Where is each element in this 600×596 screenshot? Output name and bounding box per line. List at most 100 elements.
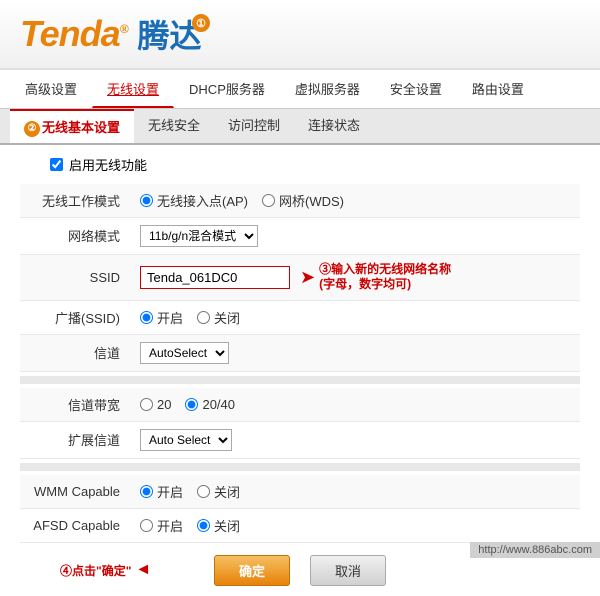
subnav-access-control[interactable]: 访问控制 bbox=[214, 109, 294, 143]
value-channel: AutoSelect 1 2 3 6 11 bbox=[130, 334, 580, 371]
row-wireless-mode: 无线工作模式 无线接入点(AP) 网桥(WDS) bbox=[20, 184, 580, 218]
radio-ap[interactable]: 无线接入点(AP) bbox=[140, 191, 248, 210]
ssid-annotation: ➤ ③输入新的无线网络名称(字母，数字均可) bbox=[300, 262, 451, 293]
form-table-main: 无线工作模式 无线接入点(AP) 网桥(WDS) 网络模式 11b/g/n混合模… bbox=[20, 184, 580, 372]
subnav-connection-status[interactable]: 连接状态 bbox=[294, 109, 374, 143]
radio-bandwidth: 20 20/40 bbox=[140, 397, 570, 412]
nav-dhcp[interactable]: DHCP服务器 bbox=[174, 70, 280, 108]
label-wmm: WMM Capable bbox=[20, 475, 130, 509]
value-ssid: ➤ ③输入新的无线网络名称(字母，数字均可) bbox=[130, 255, 580, 300]
radio-afsd: 开启 关闭 bbox=[140, 516, 570, 535]
radio-wds-input[interactable] bbox=[262, 194, 275, 207]
label-network-mode: 网络模式 bbox=[20, 217, 130, 254]
radio-afsd-off[interactable]: 关闭 bbox=[197, 516, 240, 535]
header: Tenda® 腾达 ① bbox=[0, 0, 600, 70]
enable-wireless-label: 启用无线功能 bbox=[69, 155, 147, 174]
radio-broadcast-on[interactable]: 开启 bbox=[140, 308, 183, 327]
value-network-mode: 11b/g/n混合模式 11b 11g 11n bbox=[130, 217, 580, 254]
sub-nav: ②无线基本设置 无线安全 访问控制 连接状态 bbox=[0, 109, 600, 145]
logo-tenda: Tenda® bbox=[20, 13, 128, 55]
label-ext-channel: 扩展信道 bbox=[20, 421, 130, 458]
radio-wmm-off-label: 关闭 bbox=[214, 482, 240, 501]
radio-wmm: 开启 关闭 bbox=[140, 482, 570, 501]
radio-broadcast-off-input[interactable] bbox=[197, 311, 210, 324]
row-ext-channel: 扩展信道 Auto Select bbox=[20, 421, 580, 458]
content-area: 启用无线功能 无线工作模式 无线接入点(AP) 网桥(WDS) 网络模式 11b… bbox=[0, 145, 600, 596]
row-ssid: SSID ➤ ③输入新的无线网络名称(字母，数字均可) bbox=[20, 254, 580, 300]
form-table-wmm: WMM Capable 开启 关闭 AFSD Capable 开启 关闭 bbox=[20, 475, 580, 543]
radio-wmm-off[interactable]: 关闭 bbox=[197, 482, 240, 501]
channel-select[interactable]: AutoSelect 1 2 3 6 11 bbox=[140, 342, 229, 364]
logo-reg: ® bbox=[120, 22, 128, 36]
radio-afsd-off-input[interactable] bbox=[197, 519, 210, 532]
value-afsd: 开启 关闭 bbox=[130, 508, 580, 542]
nav-security[interactable]: 安全设置 bbox=[375, 70, 457, 108]
ssid-annotation-text: ③输入新的无线网络名称(字母，数字均可) bbox=[319, 262, 451, 293]
form-table-bandwidth: 信道带宽 20 20/40 扩展信道 Auto Select bbox=[20, 388, 580, 459]
cancel-button[interactable]: 取消 bbox=[310, 555, 386, 586]
section-divider-2 bbox=[20, 463, 580, 471]
radio-afsd-on-label: 开启 bbox=[157, 516, 183, 535]
radio-bandwidth-20[interactable]: 20 bbox=[140, 397, 171, 412]
nav-routing[interactable]: 路由设置 bbox=[457, 70, 539, 108]
radio-broadcast-on-label: 开启 bbox=[157, 308, 183, 327]
radio-bw-20-label: 20 bbox=[157, 397, 171, 412]
radio-wds-label: 网桥(WDS) bbox=[279, 191, 344, 210]
bottom-annotation-text: ④点击"确定" bbox=[60, 562, 131, 579]
radio-wmm-on[interactable]: 开启 bbox=[140, 482, 183, 501]
radio-bandwidth-2040[interactable]: 20/40 bbox=[185, 397, 235, 412]
radio-broadcast-off-label: 关闭 bbox=[214, 308, 240, 327]
radio-afsd-on-input[interactable] bbox=[140, 519, 153, 532]
radio-wmm-off-input[interactable] bbox=[197, 485, 210, 498]
radio-bw-20-input[interactable] bbox=[140, 398, 153, 411]
radio-bw-2040-input[interactable] bbox=[185, 398, 198, 411]
row-afsd: AFSD Capable 开启 关闭 bbox=[20, 508, 580, 542]
label-ssid: SSID bbox=[20, 254, 130, 300]
label-channel: 信道 bbox=[20, 334, 130, 371]
radio-afsd-off-label: 关闭 bbox=[214, 516, 240, 535]
bottom-arrow-icon: ◄ bbox=[135, 561, 151, 579]
row-bandwidth: 信道带宽 20 20/40 bbox=[20, 388, 580, 422]
subnav-security[interactable]: 无线安全 bbox=[134, 109, 214, 143]
radio-ap-input[interactable] bbox=[140, 194, 153, 207]
ssid-arrow-icon: ➤ bbox=[300, 267, 315, 288]
value-wmm: 开启 关闭 bbox=[130, 475, 580, 509]
label-broadcast: 广播(SSID) bbox=[20, 300, 130, 334]
value-wireless-mode: 无线接入点(AP) 网桥(WDS) bbox=[130, 184, 580, 218]
radio-wds[interactable]: 网桥(WDS) bbox=[262, 191, 344, 210]
radio-wireless-mode: 无线接入点(AP) 网桥(WDS) bbox=[140, 191, 570, 210]
radio-ap-label: 无线接入点(AP) bbox=[157, 191, 248, 210]
subnav-basic-label: 无线基本设置 bbox=[42, 120, 120, 135]
footer-url: http://www.886abc.com bbox=[478, 544, 592, 556]
value-broadcast: 开启 关闭 bbox=[130, 300, 580, 334]
network-mode-select[interactable]: 11b/g/n混合模式 11b 11g 11n bbox=[140, 225, 258, 247]
label-wireless-mode: 无线工作模式 bbox=[20, 184, 130, 218]
button-row: ④点击"确定" ◄ 确定 取消 bbox=[20, 555, 580, 586]
nav-virtual-server[interactable]: 虚拟服务器 bbox=[280, 70, 375, 108]
radio-afsd-on[interactable]: 开启 bbox=[140, 516, 183, 535]
row-broadcast: 广播(SSID) 开启 关闭 bbox=[20, 300, 580, 334]
ssid-input[interactable] bbox=[140, 266, 290, 289]
radio-wmm-on-label: 开启 bbox=[157, 482, 183, 501]
main-nav: 高级设置 无线设置 DHCP服务器 虚拟服务器 安全设置 路由设置 bbox=[0, 70, 600, 109]
annotation-circle-1: ① bbox=[192, 14, 210, 32]
row-wmm: WMM Capable 开启 关闭 bbox=[20, 475, 580, 509]
nav-advanced[interactable]: 高级设置 bbox=[10, 70, 92, 108]
enable-wireless-checkbox[interactable] bbox=[50, 158, 63, 171]
bottom-annotation: ④点击"确定" ◄ bbox=[60, 561, 151, 579]
radio-broadcast-on-input[interactable] bbox=[140, 311, 153, 324]
confirm-button[interactable]: 确定 bbox=[214, 555, 290, 586]
logo-chinese: 腾达 bbox=[138, 11, 202, 57]
radio-broadcast-off[interactable]: 关闭 bbox=[197, 308, 240, 327]
value-ext-channel: Auto Select bbox=[130, 421, 580, 458]
nav-wireless[interactable]: 无线设置 bbox=[92, 70, 174, 108]
radio-bw-2040-label: 20/40 bbox=[202, 397, 235, 412]
row-channel: 信道 AutoSelect 1 2 3 6 11 bbox=[20, 334, 580, 371]
annotation-circle-2: ② bbox=[24, 121, 40, 137]
radio-broadcast: 开启 关闭 bbox=[140, 308, 570, 327]
subnav-basic[interactable]: ②无线基本设置 bbox=[10, 109, 134, 143]
radio-wmm-on-input[interactable] bbox=[140, 485, 153, 498]
ext-channel-select[interactable]: Auto Select bbox=[140, 429, 232, 451]
label-bandwidth: 信道带宽 bbox=[20, 388, 130, 422]
row-network-mode: 网络模式 11b/g/n混合模式 11b 11g 11n bbox=[20, 217, 580, 254]
